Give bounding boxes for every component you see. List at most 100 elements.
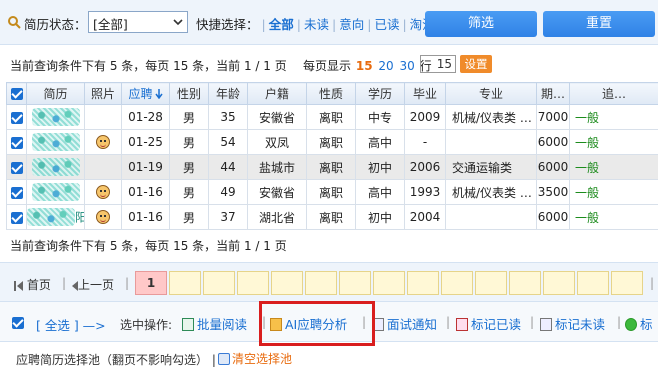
- status-select[interactable]: [全部]: [88, 11, 188, 33]
- header-hukou[interactable]: 户籍: [247, 82, 307, 105]
- cell-name[interactable]: [26, 104, 85, 130]
- interview-notice-button[interactable]: 面试通知: [372, 314, 437, 333]
- header-gender[interactable]: 性别: [169, 82, 209, 105]
- blurred-name: [31, 158, 80, 176]
- first-page-link[interactable]: 首页: [14, 276, 51, 293]
- header-resume[interactable]: 简历: [26, 82, 85, 105]
- select-all-link[interactable]: [ 全选 ] —>: [36, 315, 106, 334]
- row-checkbox[interactable]: [6, 129, 27, 155]
- clear-pool-link[interactable]: 清空选择池: [218, 350, 292, 367]
- table-row[interactable]: 阳 01-16男37湖北省离职初中2004 6000一般: [6, 204, 658, 230]
- checkbox-checked-icon: [10, 161, 23, 174]
- cell-age: 54: [208, 129, 248, 155]
- tag-button[interactable]: 标: [625, 314, 653, 333]
- photo-icon: [96, 185, 110, 200]
- checkbox-checked-icon: [10, 136, 23, 149]
- cell-gender: 男: [169, 154, 209, 180]
- cell-follow: 一般: [569, 154, 658, 180]
- quick-read[interactable]: 已读: [374, 17, 399, 32]
- page-slot: [339, 271, 371, 295]
- cell-follow: 一般: [569, 104, 658, 130]
- row-checkbox[interactable]: [6, 154, 27, 180]
- cell-photo[interactable]: [84, 179, 122, 205]
- cell-grad: 2004: [404, 204, 446, 230]
- selection-pool-label: 应聘简历选择池（翻页不影响勾选） |: [16, 353, 216, 367]
- mark-unread-button[interactable]: 标记未读: [540, 314, 605, 333]
- header-apply-date[interactable]: 应聘: [121, 82, 170, 105]
- cell-hukou: 安徽省: [247, 179, 307, 205]
- cell-name[interactable]: [26, 179, 85, 205]
- header-photo[interactable]: 照片: [84, 82, 122, 105]
- cell-name[interactable]: [26, 129, 85, 155]
- cell-name[interactable]: [26, 154, 85, 180]
- row-checkbox[interactable]: [6, 204, 27, 230]
- page-slot: [237, 271, 269, 295]
- result-summary-bottom: 当前查询条件下有 5 条，每页 15 条，当前 1 / 1 页: [10, 239, 287, 253]
- prev-page-link[interactable]: 上一页: [72, 276, 114, 293]
- refresh-icon: [218, 353, 230, 365]
- page-slot: [611, 271, 643, 295]
- table-row[interactable]: 01-16 男 49 安徽省 离职 高中 1993 机械/仪表类 … 3500 一般: [6, 179, 658, 205]
- search-icon: [8, 16, 21, 29]
- cell-photo[interactable]: [84, 204, 122, 230]
- quick-all[interactable]: 全部: [269, 17, 294, 32]
- header-major[interactable]: 专业: [445, 82, 537, 105]
- page-slot: [543, 271, 575, 295]
- result-summary-top: 当前查询条件下有 5 条，每页 15 条，当前 1 / 1 页: [10, 59, 287, 73]
- filter-button[interactable]: 筛选: [425, 11, 537, 37]
- cell-edu: 高中: [355, 179, 405, 205]
- page-slot: [577, 271, 609, 295]
- first-page-icon: [14, 280, 16, 291]
- cell-date: 01-28: [121, 104, 170, 130]
- cell-photo[interactable]: [84, 154, 122, 180]
- header-age[interactable]: 年龄: [208, 82, 248, 105]
- checkbox-checked-icon: [10, 88, 23, 100]
- cell-grad: 2009: [404, 104, 446, 130]
- cell-age: 37: [208, 204, 248, 230]
- cell-date: 01-16: [121, 179, 170, 205]
- blurred-name: [31, 183, 80, 201]
- page-slot: [509, 271, 541, 295]
- arrow-down-icon: [154, 89, 163, 100]
- cell-photo[interactable]: [84, 129, 122, 155]
- cell-grad: 2006: [404, 154, 446, 180]
- page-number-current[interactable]: 1: [135, 271, 167, 295]
- per-page-20[interactable]: 20: [378, 59, 393, 73]
- header-graduation[interactable]: 毕业: [404, 82, 446, 105]
- cell-date: 01-19: [121, 154, 170, 180]
- header-checkbox[interactable]: [6, 82, 27, 105]
- row-checkbox[interactable]: [6, 179, 27, 205]
- quick-label: 快捷选择：: [196, 17, 259, 32]
- header-education[interactable]: 学历: [355, 82, 405, 105]
- per-page-set-button[interactable]: 设置: [460, 55, 492, 73]
- cell-gender: 男: [169, 129, 209, 155]
- row-checkbox[interactable]: [6, 104, 27, 130]
- highlight-box: [259, 301, 375, 346]
- table-row[interactable]: 01-19 男 44 盐城市 离职 初中 2006 交通运输类 6000 一般: [6, 154, 658, 180]
- table-row[interactable]: 01-25 男 54 双凤 离职 高中 - 6000 一般: [6, 129, 658, 155]
- header-nature[interactable]: 性质: [306, 82, 356, 105]
- select-all-checkbox[interactable]: [12, 317, 24, 329]
- cell-salary: 6000: [536, 204, 570, 230]
- quick-unread[interactable]: 未读: [304, 17, 329, 32]
- cell-photo[interactable]: [84, 104, 122, 130]
- quick-intent[interactable]: 意向: [339, 17, 364, 32]
- cell-hukou: 湖北省: [247, 204, 307, 230]
- cell-edu: 高中: [355, 129, 405, 155]
- cell-gender: 男: [169, 204, 209, 230]
- cell-name[interactable]: 阳: [26, 204, 85, 230]
- mark-read-button[interactable]: 标记已读: [456, 314, 521, 333]
- reset-button[interactable]: 重置: [543, 11, 655, 37]
- per-page-15[interactable]: 15: [356, 59, 373, 73]
- table-row[interactable]: 01-28 男 35 安徽省 离职 中专 2009 机械/仪表类 … 7000 一般: [6, 104, 658, 130]
- status-select-value: [全部]: [93, 17, 128, 32]
- mark-read-icon: [456, 318, 468, 331]
- header-follow[interactable]: 追…: [569, 82, 658, 105]
- cell-follow: 一般: [569, 179, 658, 205]
- batch-read-button[interactable]: 批量阅读: [182, 314, 247, 333]
- page-slot: [475, 271, 507, 295]
- cell-salary: 7000: [536, 104, 570, 130]
- per-page-30[interactable]: 30: [399, 59, 414, 73]
- per-page-input[interactable]: 15: [420, 55, 456, 73]
- header-salary[interactable]: 期…: [536, 82, 570, 105]
